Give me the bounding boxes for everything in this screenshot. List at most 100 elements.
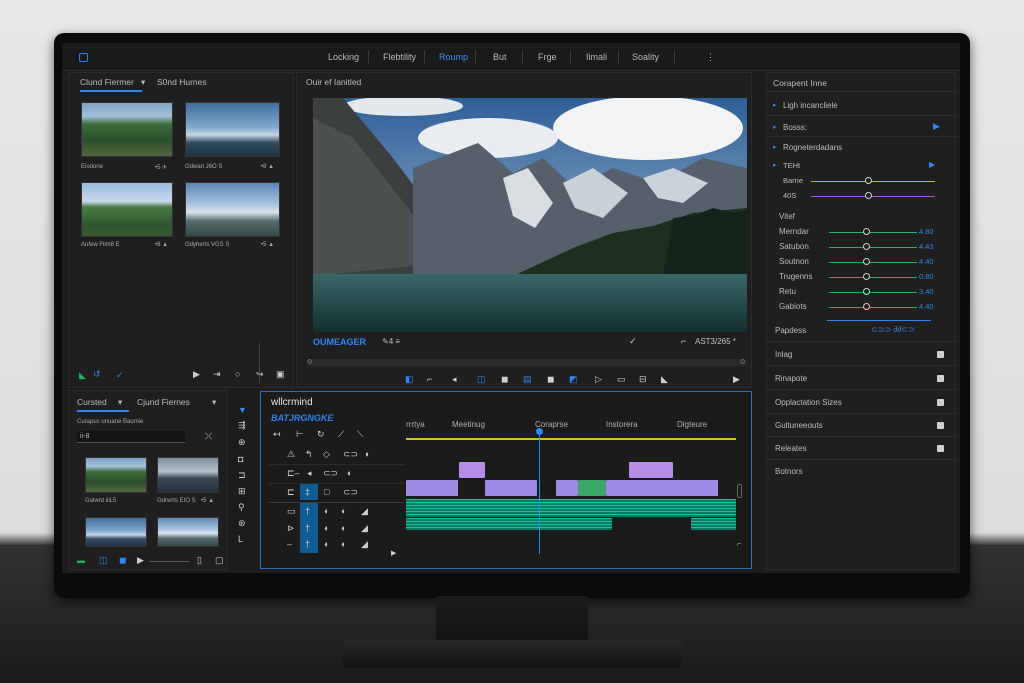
menu-item-roump[interactable]: Roump — [439, 52, 468, 62]
sequence-name[interactable]: BATJRGNGKE — [271, 413, 333, 423]
wrench-icon[interactable]: ⟋ — [338, 430, 344, 439]
slip-tool-icon[interactable]: ⊐ — [238, 471, 246, 480]
slider-value[interactable]: 0.80 — [919, 272, 934, 281]
solo-icon[interactable]: ◐ — [341, 524, 346, 533]
play-icon[interactable]: ▶ — [137, 556, 144, 565]
solo-icon[interactable]: ◐ — [341, 540, 346, 549]
video-clip[interactable] — [629, 462, 673, 478]
scrubber-bar[interactable] — [307, 359, 747, 366]
clip-thumbnail[interactable] — [157, 517, 219, 547]
lift-icon[interactable]: ▤ — [523, 375, 532, 384]
tab-dropdown-icon[interactable]: ▾ — [118, 397, 122, 408]
slider-knob[interactable] — [863, 273, 870, 280]
slider-track[interactable] — [829, 232, 917, 233]
trash-icon[interactable]: ▢ — [215, 556, 224, 565]
lock-icon[interactable]: ⊏– — [287, 469, 300, 478]
tab-cjund-fiernes[interactable]: Cjund Fiernes — [137, 397, 190, 407]
expand-icon[interactable]: ▸ — [773, 102, 777, 109]
slider-value[interactable]: 3.40 — [919, 287, 934, 296]
slider-knob[interactable] — [863, 243, 870, 250]
slider-value[interactable]: 4.40 — [919, 257, 934, 266]
camera-icon[interactable]: ▣ — [276, 370, 285, 379]
marker-add-icon[interactable]: ↻ — [317, 430, 325, 439]
loop-icon[interactable]: ↺ — [93, 370, 101, 379]
effect-section-label[interactable]: Ligh incancliele — [783, 101, 838, 110]
slider-track[interactable] — [829, 277, 917, 278]
mute-icon[interactable]: ◐ — [324, 524, 329, 533]
slider-knob[interactable] — [863, 303, 870, 310]
marker-icon[interactable]: ◣ — [79, 371, 86, 380]
go-in-icon[interactable]: ⌐ — [427, 375, 432, 384]
new-bin-icon[interactable]: ◫ — [99, 556, 108, 565]
40s-slider-track[interactable] — [811, 196, 935, 197]
clip-thumbnail[interactable] — [157, 457, 219, 493]
lock-icon[interactable]: ▭ — [287, 507, 296, 516]
slider-track[interactable] — [829, 292, 917, 293]
mute-icon[interactable]: ◐ — [324, 540, 329, 549]
effect-section-label[interactable]: Bosss: — [783, 123, 807, 132]
playhead-handle[interactable] — [536, 428, 543, 435]
target-icon[interactable]: † — [305, 507, 310, 516]
expand-box-icon[interactable] — [937, 351, 944, 358]
expand-icon[interactable]: ▸ — [773, 124, 777, 131]
video-clip[interactable] — [606, 480, 718, 496]
menu-item-but[interactable]: But — [493, 52, 507, 62]
slider-knob[interactable] — [863, 288, 870, 295]
playhead-line[interactable] — [539, 430, 540, 554]
visibility-icon[interactable]: ⊂⊃ — [343, 450, 358, 459]
video-clip[interactable] — [578, 480, 606, 496]
tab-s0nd-hurnes[interactable]: S0nd Hurnes — [157, 77, 207, 87]
video-clip[interactable] — [485, 480, 537, 496]
search-input[interactable]: ii-8 — [77, 431, 185, 443]
slider-value[interactable]: 4.40 — [919, 302, 934, 311]
voice-icon[interactable]: ◢ — [361, 524, 368, 533]
40s-slider-knob[interactable] — [865, 192, 872, 199]
accordion-item[interactable]: Inlag — [775, 350, 792, 359]
slider-value[interactable]: 4.80 — [919, 227, 934, 236]
menu-item-frge[interactable]: Frge — [538, 52, 557, 62]
eye-icon[interactable]: ⊂⊃ — [323, 469, 338, 478]
mute-icon[interactable]: ◐ — [324, 507, 329, 516]
accordion-item[interactable]: Rinapote — [775, 374, 807, 383]
work-area-bar[interactable] — [406, 438, 736, 440]
step-forward-icon[interactable]: ⇥ — [213, 370, 221, 379]
shield-icon[interactable]: ○ — [235, 370, 240, 379]
slider-value[interactable]: 4.43 — [919, 242, 934, 251]
target-icon[interactable]: † — [305, 524, 310, 533]
safe-margins-icon[interactable]: ▭ — [617, 375, 626, 384]
lock-icon[interactable]: ⊏ — [287, 488, 295, 497]
lock-icon[interactable]: – — [287, 540, 292, 549]
home-icon[interactable] — [79, 53, 88, 62]
barne-slider-track[interactable] — [811, 181, 935, 182]
zoom-tool-icon[interactable]: ⊛ — [238, 519, 246, 528]
linked-selection-icon[interactable]: ⊢ — [296, 430, 304, 439]
selection-tool-icon[interactable]: ▼ — [238, 406, 247, 415]
link-icon[interactable]: ✓ — [629, 337, 637, 346]
track-icon[interactable]: ‡ — [305, 488, 310, 497]
expand-box-icon[interactable] — [937, 375, 944, 382]
mute-icon[interactable]: ◐ — [347, 469, 352, 478]
play-around-icon[interactable]: ◫ — [477, 375, 486, 384]
scrub-end-icon[interactable]: ○ — [740, 357, 745, 366]
menu-item-locking[interactable]: Locking — [328, 52, 359, 62]
play-icon[interactable]: ▶ — [733, 375, 740, 384]
accordion-item[interactable]: Opplactation Sizes — [775, 398, 842, 407]
check-icon[interactable]: ✓ — [116, 371, 124, 380]
slider-knob[interactable] — [863, 258, 870, 265]
level-icon[interactable]: ▬ — [77, 557, 85, 565]
accordion-item[interactable]: Gultuneeouts — [775, 421, 823, 430]
expand-icon[interactable]: ▸ — [773, 162, 777, 169]
eye-icon[interactable]: □ — [324, 488, 329, 497]
expand-box-icon[interactable] — [937, 399, 944, 406]
clip-thumbnail[interactable] — [81, 182, 173, 237]
bracket-icon[interactable]: ⌐ — [681, 337, 686, 346]
menu-item-iimali[interactable]: Iimali — [586, 52, 607, 62]
menu-item-soality[interactable]: Soality — [632, 52, 659, 62]
video-preview[interactable] — [313, 98, 747, 332]
video-clip[interactable] — [556, 480, 578, 496]
audio-clip[interactable] — [406, 499, 736, 517]
target-icon[interactable]: † — [305, 540, 310, 549]
export-frame-icon[interactable]: ⊟ — [639, 375, 647, 384]
zoom-slider[interactable] — [149, 561, 189, 562]
ripple-edit-icon[interactable]: ⊕ — [238, 438, 246, 447]
